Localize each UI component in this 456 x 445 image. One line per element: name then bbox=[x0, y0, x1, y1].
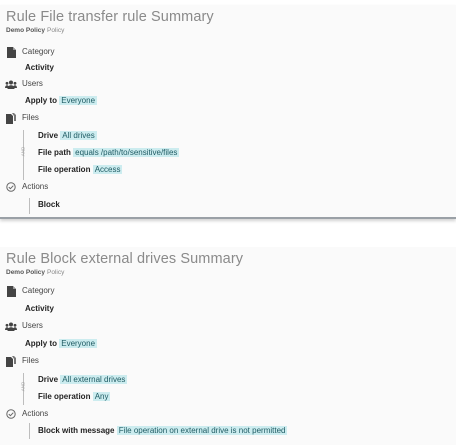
document-icon bbox=[5, 46, 17, 58]
files-icon bbox=[5, 355, 17, 367]
policy-name[interactable]: Demo Policy bbox=[6, 269, 45, 276]
rule-title: Rule File transfer rule Summary bbox=[6, 9, 214, 25]
users-group-icon bbox=[5, 320, 17, 332]
apply-to-row: Apply to Everyone bbox=[25, 95, 98, 107]
condition-row: Drive All drives bbox=[38, 130, 97, 142]
policy-line: Demo Policy Policy bbox=[6, 269, 64, 276]
condition-value: equals /path/to/sensitive/files bbox=[73, 148, 180, 157]
condition-value: Access bbox=[92, 165, 123, 174]
apply-to-row: Apply to Everyone bbox=[25, 338, 98, 350]
document-icon bbox=[5, 285, 17, 297]
condition-label: File operation bbox=[38, 392, 91, 401]
category-label: Category bbox=[22, 47, 55, 56]
apply-to-prefix: Apply to bbox=[25, 96, 57, 105]
users-label: Users bbox=[22, 321, 43, 330]
condition-label: Drive bbox=[38, 375, 59, 384]
policy-word: Policy bbox=[47, 27, 65, 34]
apply-to-value: Everyone bbox=[59, 96, 98, 105]
and-label: AND bbox=[20, 381, 26, 392]
files-label: Files bbox=[22, 356, 39, 365]
category-value: Activity bbox=[25, 304, 54, 313]
condition-row: File path equals /path/to/sensitive/file… bbox=[38, 147, 180, 159]
condition-row: File operation Access bbox=[38, 164, 123, 176]
and-label: AND bbox=[20, 146, 26, 157]
check-circle-icon bbox=[5, 408, 17, 420]
rule-summary-card: Rule Block external drives Summary Demo … bbox=[0, 247, 456, 445]
action-row: Block with message File operation on ext… bbox=[38, 425, 288, 437]
apply-to-value: Everyone bbox=[59, 339, 98, 348]
condition-value: Any bbox=[92, 392, 111, 401]
condition-value: All external drives bbox=[60, 375, 128, 384]
rule-title: Rule Block external drives Summary bbox=[6, 251, 244, 267]
action-text: Block bbox=[38, 200, 60, 209]
action-message: File operation on external drive is not … bbox=[116, 426, 288, 435]
category-label: Category bbox=[22, 286, 55, 295]
rule-summary-card: Rule File transfer rule Summary Demo Pol… bbox=[0, 5, 456, 219]
action-prefix: Block with message bbox=[38, 426, 115, 435]
policy-line: Demo Policy Policy bbox=[6, 27, 64, 34]
condition-value: All drives bbox=[60, 131, 97, 140]
policy-word: Policy bbox=[47, 269, 65, 276]
condition-row: Drive All external drives bbox=[38, 374, 128, 386]
files-label: Files bbox=[22, 113, 39, 122]
actions-label: Actions bbox=[22, 182, 49, 191]
condition-row: File operation Any bbox=[38, 391, 111, 403]
apply-to-prefix: Apply to bbox=[25, 339, 57, 348]
users-group-icon bbox=[5, 78, 17, 90]
actions-label: Actions bbox=[22, 409, 49, 418]
action-bracket bbox=[29, 423, 30, 439]
condition-label: Drive bbox=[38, 131, 59, 140]
policy-name[interactable]: Demo Policy bbox=[6, 27, 45, 34]
users-label: Users bbox=[22, 79, 43, 88]
condition-label: File operation bbox=[38, 165, 91, 174]
files-icon bbox=[5, 112, 17, 124]
action-bracket bbox=[29, 198, 30, 214]
condition-label: File path bbox=[38, 148, 71, 157]
category-value: Activity bbox=[25, 63, 54, 72]
check-circle-icon bbox=[5, 181, 17, 193]
